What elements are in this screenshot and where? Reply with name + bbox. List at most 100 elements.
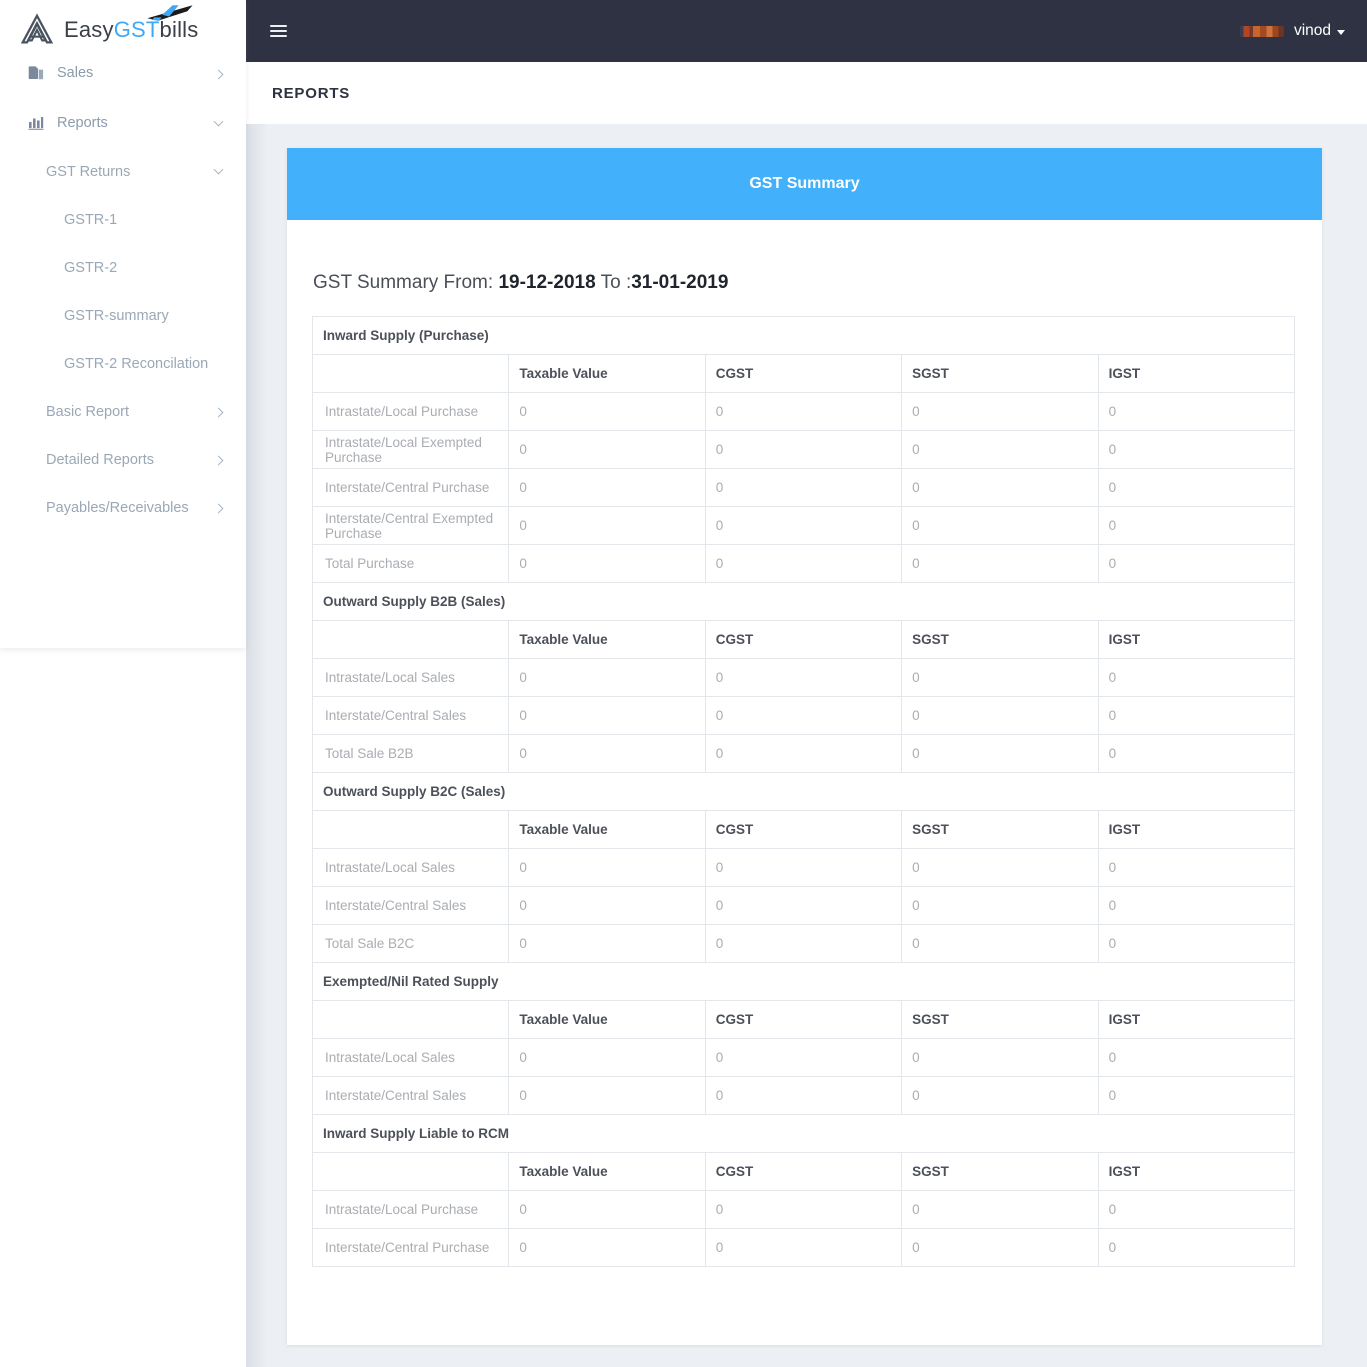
hamburger-menu-icon[interactable]	[266, 16, 291, 46]
sidebar-item-label: Basic Report	[46, 404, 130, 420]
sidebar-item-payables-receivables[interactable]: Payables/Receivables	[0, 484, 246, 532]
user-menu[interactable]: vinod	[1239, 22, 1345, 40]
table-row: Interstate/Central Sales 0 0 0 0	[311, 886, 1296, 925]
cell-igst: 0	[1097, 924, 1296, 963]
sidebar-item-label: GSTR-1	[64, 212, 118, 228]
cell-taxable-value: 0	[508, 468, 706, 507]
sidebar-item-label: Payables/Receivables	[46, 500, 189, 516]
sidebar-item-label: GSTR-summary	[64, 308, 169, 324]
app-logo[interactable]: EasyGSTbills	[0, 0, 246, 60]
sidebar-item-gst-returns[interactable]: GST Returns	[0, 148, 246, 196]
cell-sgst: 0	[901, 734, 1099, 773]
user-name-label[interactable]: vinod	[1294, 22, 1345, 40]
cell-igst: 0	[1097, 696, 1296, 735]
documents-icon	[28, 65, 54, 81]
column-header-blank	[311, 620, 510, 659]
cell-taxable-value: 0	[508, 1228, 706, 1267]
cell-sgst: 0	[901, 658, 1099, 697]
cell-taxable-value: 0	[508, 1038, 706, 1077]
row-label: Intrastate/Local Purchase	[311, 392, 510, 431]
table-section-header-row: Inward Supply Liable to RCM	[312, 1114, 1295, 1153]
chevron-right-icon	[213, 452, 224, 468]
cell-igst: 0	[1097, 1228, 1296, 1267]
sidebar-item-label: GST Returns	[46, 164, 131, 180]
logo-wordmark: EasyGSTbills	[64, 5, 198, 43]
section-title: Outward Supply B2B (Sales)	[312, 582, 1295, 621]
range-to-date: 31-01-2019	[631, 272, 729, 293]
sidebar-item-label: Reports	[57, 115, 108, 131]
logo-mark-icon	[18, 11, 56, 49]
cell-cgst: 0	[704, 848, 903, 887]
column-header-blank	[311, 1000, 510, 1039]
sidebar-item-label: Detailed Reports	[46, 452, 154, 468]
column-header-cgst: CGST	[704, 810, 903, 849]
cell-taxable-value: 0	[508, 848, 706, 887]
page-header: REPORTS	[246, 62, 1367, 124]
cell-taxable-value: 0	[508, 734, 706, 773]
column-header-taxable-value: Taxable Value	[508, 620, 706, 659]
user-badge-graphic	[1239, 25, 1284, 37]
cell-igst: 0	[1097, 848, 1296, 887]
sidebar-item-gstr-2-reconcilation[interactable]: GSTR-2 Reconcilation	[0, 340, 246, 388]
table-row: Interstate/Central Sales 0 0 0 0	[311, 696, 1296, 735]
gst-summary-table-body: Inward Supply (Purchase) Taxable Value CGS…	[311, 316, 1296, 1267]
table-row: Interstate/Central Purchase 0 0 0 0	[311, 1228, 1296, 1267]
sidebar-item-gstr-summary[interactable]: GSTR-summary	[0, 292, 246, 340]
cell-sgst: 0	[901, 392, 1099, 431]
column-header-igst: IGST	[1097, 810, 1296, 849]
top-navigation-bar: vinod	[246, 0, 1367, 62]
table-row: Intrastate/Local Sales 0 0 0 0	[311, 848, 1296, 887]
sidebar-item-gstr-1[interactable]: GSTR-1	[0, 196, 246, 244]
range-from-date: 19-12-2018	[498, 272, 596, 293]
cell-taxable-value: 0	[508, 392, 706, 431]
table-column-header-row: Taxable Value CGST SGST IGST	[311, 810, 1296, 849]
airplane-icon	[147, 5, 193, 21]
logo-text-easy: Easy	[64, 17, 114, 42]
column-header-cgst: CGST	[704, 1000, 903, 1039]
column-header-sgst: SGST	[901, 354, 1099, 393]
table-section-header-row: Outward Supply B2B (Sales)	[312, 582, 1295, 621]
cell-sgst: 0	[901, 1190, 1099, 1229]
table-row: Interstate/Central Purchase 0 0 0 0	[311, 468, 1296, 507]
cell-cgst: 0	[704, 734, 903, 773]
cell-cgst: 0	[704, 1228, 903, 1267]
gst-summary-card: GST Summary GST Summary From: 19-12-2018…	[287, 148, 1322, 1345]
table-row: Total Purchase 0 0 0 0	[311, 544, 1296, 583]
bar-chart-icon	[28, 115, 54, 131]
cell-taxable-value: 0	[508, 430, 706, 469]
table-row: Total Sale B2C 0 0 0 0	[311, 924, 1296, 963]
column-header-cgst: CGST	[704, 354, 903, 393]
cell-igst: 0	[1097, 658, 1296, 697]
column-header-sgst: SGST	[901, 1152, 1099, 1191]
table-column-header-row: Taxable Value CGST SGST IGST	[311, 354, 1296, 393]
row-label: Total Sale B2B	[311, 734, 510, 773]
table-row: Interstate/Central Exempted Purchase 0 0 0 0	[311, 506, 1296, 545]
sidebar-item-reports[interactable]: Reports	[0, 98, 246, 148]
date-range-line: GST Summary From: 19-12-2018 To :31-01-2…	[287, 220, 1322, 294]
row-label: Interstate/Central Sales	[311, 886, 510, 925]
cell-igst: 0	[1097, 734, 1296, 773]
table-section-header-row: Outward Supply B2C (Sales)	[312, 772, 1295, 811]
table-column-header-row: Taxable Value CGST SGST IGST	[311, 1000, 1296, 1039]
sidebar-item-gstr-2[interactable]: GSTR-2	[0, 244, 246, 292]
table-row: Intrastate/Local Exempted Purchase 0 0 0 0	[311, 430, 1296, 469]
table-column-header-row: Taxable Value CGST SGST IGST	[311, 620, 1296, 659]
user-name-text: vinod	[1293, 22, 1331, 39]
column-header-cgst: CGST	[704, 620, 903, 659]
cell-sgst: 0	[901, 1038, 1099, 1077]
row-label: Interstate/Central Exempted Purchase	[311, 506, 510, 545]
cell-sgst: 0	[901, 544, 1099, 583]
column-header-blank	[311, 354, 510, 393]
row-label: Interstate/Central Purchase	[311, 468, 510, 507]
sidebar-item-basic-report[interactable]: Basic Report	[0, 388, 246, 436]
chevron-right-icon	[213, 67, 224, 80]
cell-sgst: 0	[901, 886, 1099, 925]
range-mid-label: To :	[595, 272, 632, 293]
cell-cgst: 0	[704, 1038, 903, 1077]
cell-sgst: 0	[901, 1228, 1099, 1267]
table-column-header-row: Taxable Value CGST SGST IGST	[311, 1152, 1296, 1191]
cell-taxable-value: 0	[508, 1076, 706, 1115]
sidebar-item-detailed-reports[interactable]: Detailed Reports	[0, 436, 246, 484]
cell-igst: 0	[1097, 430, 1296, 469]
table-row: Intrastate/Local Purchase 0 0 0 0	[311, 1190, 1296, 1229]
